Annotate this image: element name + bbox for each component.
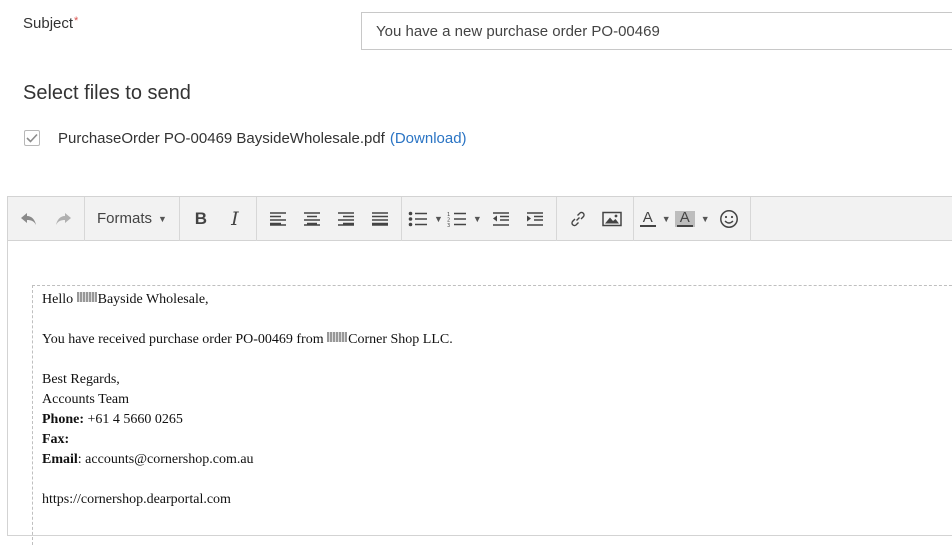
align-center-icon	[303, 211, 320, 226]
align-justify-button[interactable]	[365, 204, 395, 234]
files-heading: Select files to send	[23, 82, 191, 104]
background-color-icon: A	[674, 208, 695, 227]
subject-label-text: Subject	[23, 15, 74, 32]
message-prefix: You have received purchase order PO-0046…	[42, 332, 328, 347]
link-icon	[571, 211, 585, 226]
file-name: PurchaseOrder PO-00469 BaysideWholesale.…	[58, 129, 385, 147]
chevron-down-icon: ▼	[472, 213, 482, 224]
placeholder-glyph	[76, 292, 97, 302]
greeting-line: Hello Bayside Wholesale,	[42, 290, 952, 310]
style-group: B I	[180, 196, 257, 241]
subject-label: Subject*	[23, 15, 78, 32]
outdent-icon	[492, 211, 509, 226]
image-button[interactable]	[597, 204, 627, 234]
align-right-icon	[337, 211, 354, 226]
placeholder-glyph	[327, 332, 348, 342]
bullet-list-button[interactable]: ▼	[408, 204, 443, 234]
numbered-list-button[interactable]: 123 ▼	[447, 204, 482, 234]
chevron-down-icon: ▼	[700, 213, 710, 224]
indent-icon	[526, 211, 543, 226]
phone-line: Phone: +61 4 5660 0265	[42, 410, 952, 430]
undo-icon	[21, 212, 36, 225]
company-name: Corner Shop LLC.	[348, 332, 453, 347]
phone-value: +61 4 5660 0265	[84, 412, 183, 427]
background-color-button[interactable]: A ▼	[674, 204, 710, 234]
formats-dropdown[interactable]: Formats ▼	[91, 204, 173, 234]
download-link[interactable]: (Download)	[390, 130, 467, 147]
text-color-button[interactable]: A ▼	[639, 204, 671, 234]
outdent-button[interactable]	[486, 204, 516, 234]
undo-button[interactable]	[14, 204, 44, 234]
link-button[interactable]	[563, 204, 593, 234]
align-group	[257, 196, 402, 241]
file-row: PurchaseOrder PO-00469 BaysideWholesale.…	[24, 128, 467, 148]
emoji-icon	[719, 209, 738, 228]
chevron-down-icon: ▼	[158, 213, 167, 224]
formats-label: Formats	[97, 210, 153, 227]
italic-button[interactable]: I	[220, 204, 250, 234]
fax-label: Fax:	[42, 432, 70, 447]
email-line: Email: accounts@cornershop.com.au	[42, 450, 952, 470]
image-icon	[602, 211, 622, 226]
editor-toolbar: Formats ▼ B I ▼ 1 2 3 ▼ A ▼ A ▼	[8, 196, 952, 241]
history-group	[8, 196, 85, 241]
formats-group: Formats ▼	[85, 196, 180, 241]
chevron-down-icon: ▼	[661, 213, 671, 224]
text-color-label: A	[642, 208, 653, 226]
email-value: : accounts@cornershop.com.au	[77, 452, 254, 467]
rich-text-editor: Formats ▼ B I ▼ 1 2 3 ▼ A ▼ A ▼ Hello Ba…	[7, 196, 952, 545]
bold-button[interactable]: B	[186, 204, 216, 234]
text-color-icon: A	[639, 208, 656, 227]
indent-button[interactable]	[520, 204, 550, 234]
align-center-button[interactable]	[297, 204, 327, 234]
email-label: Email	[42, 452, 78, 467]
align-left-icon	[269, 211, 286, 226]
emoji-button[interactable]	[714, 204, 744, 234]
list-group: ▼ 123 ▼	[402, 196, 557, 241]
portal-url: https://cornershop.dearportal.com	[42, 492, 231, 507]
recipient-name: Bayside Wholesale,	[97, 292, 209, 307]
background-color-label: A	[679, 208, 690, 226]
team-line: Accounts Team	[42, 392, 130, 407]
color-group: A ▼ A ▼	[634, 196, 751, 241]
file-checkbox[interactable]	[24, 130, 40, 146]
redo-button[interactable]	[48, 204, 78, 234]
subject-input[interactable]	[361, 12, 952, 50]
svg-text:3: 3	[447, 223, 450, 227]
numbered-list-icon: 123	[447, 212, 466, 227]
phone-label: Phone:	[42, 412, 84, 427]
align-justify-icon	[371, 211, 388, 226]
fax-line: Fax:	[42, 430, 952, 450]
required-mark: *	[74, 15, 79, 27]
align-left-button[interactable]	[263, 204, 293, 234]
insert-group	[557, 196, 634, 241]
message-line: You have received purchase order PO-0046…	[42, 330, 952, 350]
checkmark-icon	[26, 133, 38, 143]
bullet-list-icon	[408, 211, 427, 226]
greeting-prefix: Hello	[42, 292, 77, 307]
regards-line: Best Regards,	[42, 372, 120, 387]
chevron-down-icon: ▼	[433, 213, 443, 224]
editor-content[interactable]: Hello Bayside Wholesale, You have receiv…	[32, 285, 952, 545]
redo-icon	[56, 212, 71, 225]
align-right-button[interactable]	[331, 204, 361, 234]
